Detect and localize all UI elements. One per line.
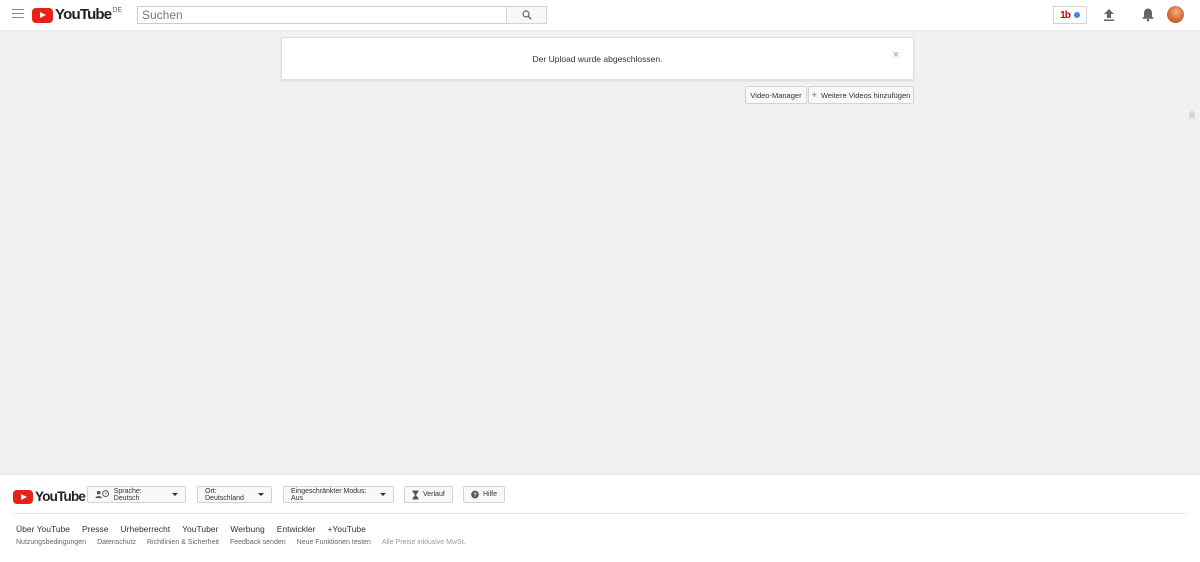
history-button[interactable]: Verlauf bbox=[404, 486, 453, 503]
notification-message: Der Upload wurde abgeschlossen. bbox=[532, 54, 663, 64]
upload-complete-notification: Der Upload wurde abgeschlossen. × bbox=[281, 37, 914, 80]
footer-divider bbox=[13, 513, 1187, 514]
location-label: Ort: Deutschland bbox=[205, 487, 244, 502]
search-button[interactable] bbox=[506, 6, 547, 24]
upload-icon bbox=[1104, 9, 1114, 21]
footer-link-press[interactable]: Presse bbox=[82, 524, 108, 534]
help-icon: ? bbox=[471, 490, 479, 499]
footer-secondary-links: Nutzungsbedingungen Datenschutz Richtlin… bbox=[16, 539, 466, 546]
footer-link-terms[interactable]: Nutzungsbedingungen bbox=[16, 539, 86, 546]
avatar[interactable] bbox=[1167, 6, 1184, 23]
logo-text: YouTube bbox=[55, 6, 112, 23]
footer-link-plus-youtube[interactable]: +YouTube bbox=[327, 524, 365, 534]
footer-link-policy-safety[interactable]: Richtlinien & Sicherheit bbox=[147, 539, 219, 546]
menu-icon[interactable] bbox=[12, 9, 24, 21]
upload-button[interactable] bbox=[1102, 8, 1116, 22]
footer-primary-links: Über YouTube Presse Urheberrecht YouTube… bbox=[16, 524, 366, 534]
svg-text:?: ? bbox=[104, 491, 107, 496]
youtube-logo[interactable]: YouTube DE bbox=[32, 6, 122, 24]
svg-text:?: ? bbox=[473, 493, 477, 499]
language-label: Sprache: Deutsch bbox=[113, 487, 142, 502]
masthead: YouTube DE 1b bbox=[0, 0, 1200, 31]
youtube-play-icon bbox=[13, 490, 33, 504]
add-more-videos-button[interactable]: + Weitere Videos hinzufügen bbox=[808, 86, 914, 104]
feedback-side-icon[interactable] bbox=[1188, 110, 1196, 120]
footer-link-about[interactable]: Über YouTube bbox=[16, 524, 70, 534]
location-button[interactable]: Ort: Deutschland bbox=[197, 486, 272, 503]
close-icon[interactable]: × bbox=[893, 50, 899, 61]
promo-button[interactable]: 1b bbox=[1053, 6, 1087, 24]
footer-logo-text: YouTube bbox=[35, 489, 86, 504]
footer-link-test-features[interactable]: Neue Funktionen testen bbox=[297, 539, 371, 546]
country-code: DE bbox=[112, 7, 123, 14]
hourglass-icon bbox=[412, 490, 419, 499]
help-button[interactable]: ? Hilfe bbox=[463, 486, 505, 503]
footer: YouTube ? Sprache: Deutsch Ort: Deutschl… bbox=[0, 474, 1200, 562]
search-input[interactable] bbox=[137, 6, 506, 24]
caret-down-icon bbox=[380, 493, 386, 496]
footer-link-developers[interactable]: Entwickler bbox=[277, 524, 316, 534]
footer-link-copyright[interactable]: Urheberrecht bbox=[121, 524, 171, 534]
search-icon bbox=[521, 10, 532, 20]
restricted-mode-button[interactable]: Eingeschränkter Modus: Aus bbox=[283, 486, 394, 503]
footer-link-advertise[interactable]: Werbung bbox=[230, 524, 264, 534]
restricted-mode-label: Eingeschränkter Modus: Aus bbox=[291, 487, 367, 502]
bell-icon bbox=[1142, 8, 1154, 22]
footer-youtube-logo[interactable]: YouTube bbox=[13, 488, 86, 506]
youtube-play-icon bbox=[32, 8, 53, 23]
notification-dot bbox=[1073, 12, 1080, 18]
footer-link-creators[interactable]: YouTuber bbox=[182, 524, 218, 534]
help-label: Hilfe bbox=[482, 491, 497, 498]
plus-icon: + bbox=[811, 90, 817, 100]
footer-link-privacy[interactable]: Datenschutz bbox=[97, 539, 136, 546]
video-manager-button[interactable]: Video-Manager bbox=[745, 86, 807, 104]
promo-badge: 1b bbox=[1060, 9, 1071, 21]
footer-link-feedback[interactable]: Feedback senden bbox=[230, 539, 286, 546]
notifications-button[interactable] bbox=[1141, 7, 1155, 22]
history-label: Verlauf bbox=[423, 491, 445, 498]
add-more-videos-label: Weitere Videos hinzufügen bbox=[820, 90, 911, 100]
language-button[interactable]: ? Sprache: Deutsch bbox=[87, 486, 186, 503]
price-note: Alle Preise inklusive MwSt. bbox=[381, 539, 466, 546]
caret-down-icon bbox=[258, 493, 264, 496]
search-bar bbox=[137, 6, 547, 24]
language-icon: ? bbox=[95, 490, 109, 499]
caret-down-icon bbox=[172, 493, 178, 496]
